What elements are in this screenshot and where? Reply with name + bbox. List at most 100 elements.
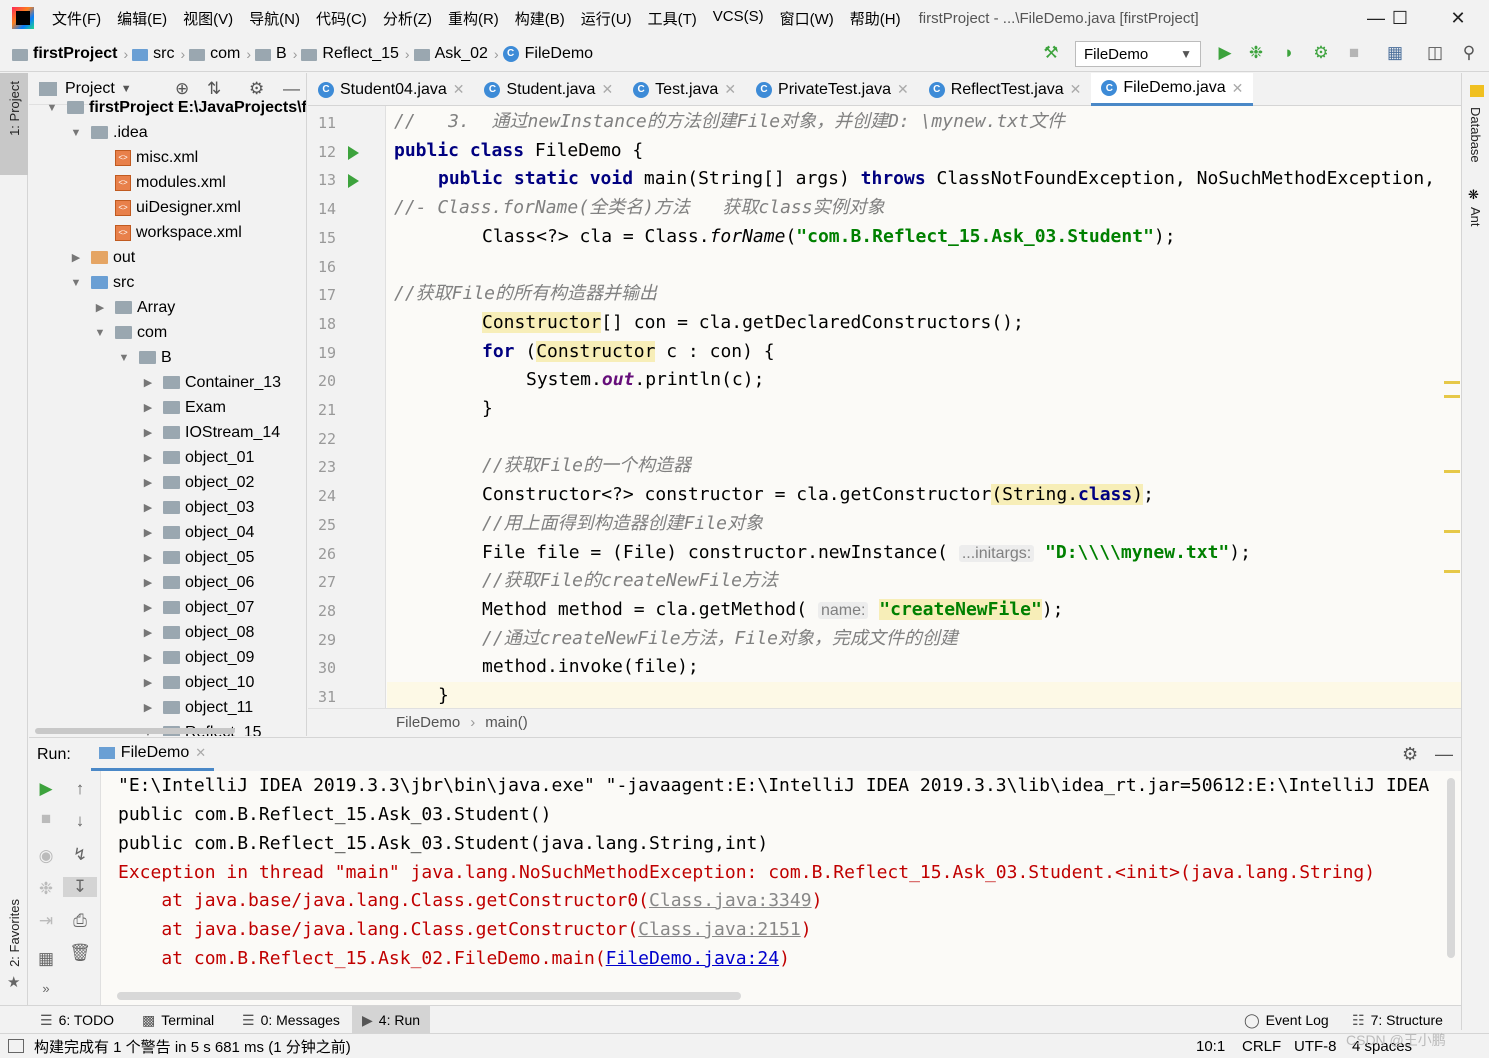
trash-icon[interactable]: 🗑	[63, 943, 97, 963]
crumb-project[interactable]: firstProject ›	[12, 45, 128, 63]
scroll-to-end-icon[interactable]: ↧	[63, 877, 97, 897]
chevron-right-icon[interactable]: ▶	[69, 251, 83, 264]
chevron-right-icon[interactable]: ▶	[141, 501, 155, 514]
tree-item[interactable]: ▶ object_06	[141, 570, 255, 595]
tree-item[interactable]: ▶ object_10	[141, 670, 255, 695]
chevron-right-icon[interactable]: ▶	[141, 476, 155, 489]
tree-item[interactable]: ▼ src	[69, 270, 135, 295]
layout-icon[interactable]: ▦	[29, 949, 63, 969]
chevron-right-icon[interactable]: ▶	[141, 601, 155, 614]
chevron-right-icon[interactable]: ▶	[141, 426, 155, 439]
camera-icon[interactable]: ◉	[29, 846, 63, 866]
tree-item[interactable]: ▶ Array	[93, 295, 175, 320]
stack-frame-link[interactable]: Class.java:2151	[638, 919, 801, 940]
stack-frame-link[interactable]: Class.java:3349	[649, 890, 812, 911]
arrow-up-icon[interactable]: ↑	[63, 779, 97, 799]
project-tool-tab[interactable]: 1: Project	[7, 81, 22, 136]
menu-item[interactable]: 编辑(E)	[109, 8, 175, 29]
run-gutter-icon[interactable]	[348, 174, 359, 189]
print-icon[interactable]: ⎙	[63, 911, 97, 931]
chevron-down-icon[interactable]: ▼	[69, 127, 83, 139]
tree-item[interactable]: ▼ B	[117, 345, 172, 370]
maximize-icon[interactable]: ☐	[1377, 0, 1423, 36]
debug-icon[interactable]: ❉	[29, 879, 63, 899]
tree-item[interactable]: ▶ object_09	[141, 645, 255, 670]
editor-tab[interactable]: C FileDemo.java ✕	[1091, 73, 1254, 106]
stack-frame-link[interactable]: FileDemo.java:24	[606, 948, 779, 969]
run-icon[interactable]: ▶	[1214, 42, 1236, 64]
tree-item[interactable]: ▶ object_03	[141, 495, 255, 520]
crumb-b[interactable]: B ›	[255, 45, 297, 63]
editor-tab[interactable]: C ReflectTest.java ✕	[919, 73, 1092, 106]
chevron-down-icon[interactable]: ▼	[93, 327, 107, 339]
stop-icon[interactable]: ■	[1343, 42, 1365, 64]
file-encoding[interactable]: UTF-8	[1294, 1038, 1337, 1055]
tree-item[interactable]: ▶ object_04	[141, 520, 255, 545]
run-config-select[interactable]: FileDemo ▼	[1075, 41, 1201, 67]
event-log-tool-tab[interactable]: ◯ Event Log	[1244, 1006, 1329, 1034]
menu-item[interactable]: 窗口(W)	[772, 8, 842, 29]
tree-item[interactable]: ▼ firstProject E:\JavaProjects\first...	[45, 95, 306, 120]
messages-tool-tab[interactable]: ☰ 0: Messages	[242, 1006, 340, 1034]
chevron-right-icon[interactable]: ▶	[141, 651, 155, 664]
crumb-src[interactable]: src ›	[132, 45, 185, 63]
breadcrumb-class[interactable]: FileDemo	[396, 714, 460, 731]
menu-item[interactable]: 运行(U)	[573, 8, 640, 29]
chevron-down-icon[interactable]: ▼	[117, 352, 131, 364]
toggle-tool-windows-icon[interactable]	[8, 1039, 24, 1053]
exit-icon[interactable]: ⇥	[29, 911, 63, 931]
close-tab-icon[interactable]: ✕	[724, 81, 736, 98]
breadcrumb-method[interactable]: main()	[485, 714, 528, 731]
chevron-right-icon[interactable]: ▶	[141, 376, 155, 389]
hide-panel-icon[interactable]: —	[1435, 744, 1453, 765]
todo-tool-tab[interactable]: ☰ 6: TODO	[40, 1006, 114, 1034]
gear-icon[interactable]: ⚙	[1402, 744, 1418, 765]
chevron-right-icon[interactable]: ▶	[141, 526, 155, 539]
tree-item[interactable]: ▶ Exam	[141, 395, 226, 420]
editor-tab[interactable]: C Test.java ✕	[623, 73, 746, 106]
close-tab-icon[interactable]: ✕	[1232, 80, 1244, 97]
soft-wrap-icon[interactable]: ↯	[63, 845, 97, 865]
build-hammer-icon[interactable]: ⚒	[1040, 42, 1062, 64]
chevron-right-icon[interactable]: ▶	[141, 401, 155, 414]
close-tab-icon[interactable]: ✕	[195, 745, 206, 761]
run-tool-tab[interactable]: ▶ 4: Run	[352, 1006, 431, 1034]
tree-item[interactable]: <> workspace.xml	[93, 220, 242, 245]
tree-item[interactable]: ▶ object_07	[141, 595, 255, 620]
line-separator[interactable]: CRLF	[1242, 1038, 1281, 1055]
rerun-icon[interactable]: ▶	[29, 779, 63, 799]
menu-item[interactable]: 工具(T)	[640, 8, 705, 29]
editor-tab[interactable]: C Student.java ✕	[474, 73, 623, 106]
chevron-down-icon[interactable]: ▼	[45, 102, 59, 114]
tree-item[interactable]: ▶ object_02	[141, 470, 255, 495]
tree-item[interactable]: <> modules.xml	[93, 170, 226, 195]
database-tool-tab[interactable]: Database	[1468, 107, 1483, 163]
menu-item[interactable]: 构建(B)	[507, 8, 573, 29]
search-icon[interactable]: ⚲	[1458, 42, 1480, 64]
tree-item[interactable]: ▶ object_08	[141, 620, 255, 645]
tree-item[interactable]: ▶ Container_13	[141, 370, 281, 395]
tree-item[interactable]: ▶ object_01	[141, 445, 255, 470]
editor-tab[interactable]: C Student04.java ✕	[308, 73, 474, 106]
close-tab-icon[interactable]: ✕	[1070, 81, 1082, 98]
tree-horizontal-scrollbar[interactable]	[35, 728, 235, 734]
close-icon[interactable]: ✕	[1435, 0, 1481, 36]
menu-item[interactable]: 重构(R)	[440, 8, 507, 29]
chevron-down-icon[interactable]: ▼	[121, 83, 132, 95]
tree-item[interactable]: ▼ .idea	[69, 120, 148, 145]
chevron-right-icon[interactable]: ▶	[141, 451, 155, 464]
menu-item[interactable]: 文件(F)	[44, 8, 109, 29]
tree-item[interactable]: ▶ object_11	[141, 695, 253, 720]
favorites-tool-tab[interactable]: 2: Favorites	[7, 899, 22, 967]
chevron-down-icon[interactable]: ▼	[69, 277, 83, 289]
tree-item[interactable]: ▶ out	[69, 245, 135, 270]
menu-item[interactable]: 代码(C)	[308, 8, 375, 29]
tree-item[interactable]: ▼ com	[93, 320, 168, 345]
menu-item[interactable]: 视图(V)	[175, 8, 241, 29]
chevron-right-icon[interactable]: ▶	[141, 701, 155, 714]
chevron-right-icon[interactable]: ▶	[141, 626, 155, 639]
tree-item[interactable]: <> misc.xml	[93, 145, 198, 170]
profile-icon[interactable]: ⚙	[1310, 42, 1332, 64]
menu-item[interactable]: VCS(S)	[705, 8, 772, 29]
chevron-right-icon[interactable]: ▶	[141, 676, 155, 689]
